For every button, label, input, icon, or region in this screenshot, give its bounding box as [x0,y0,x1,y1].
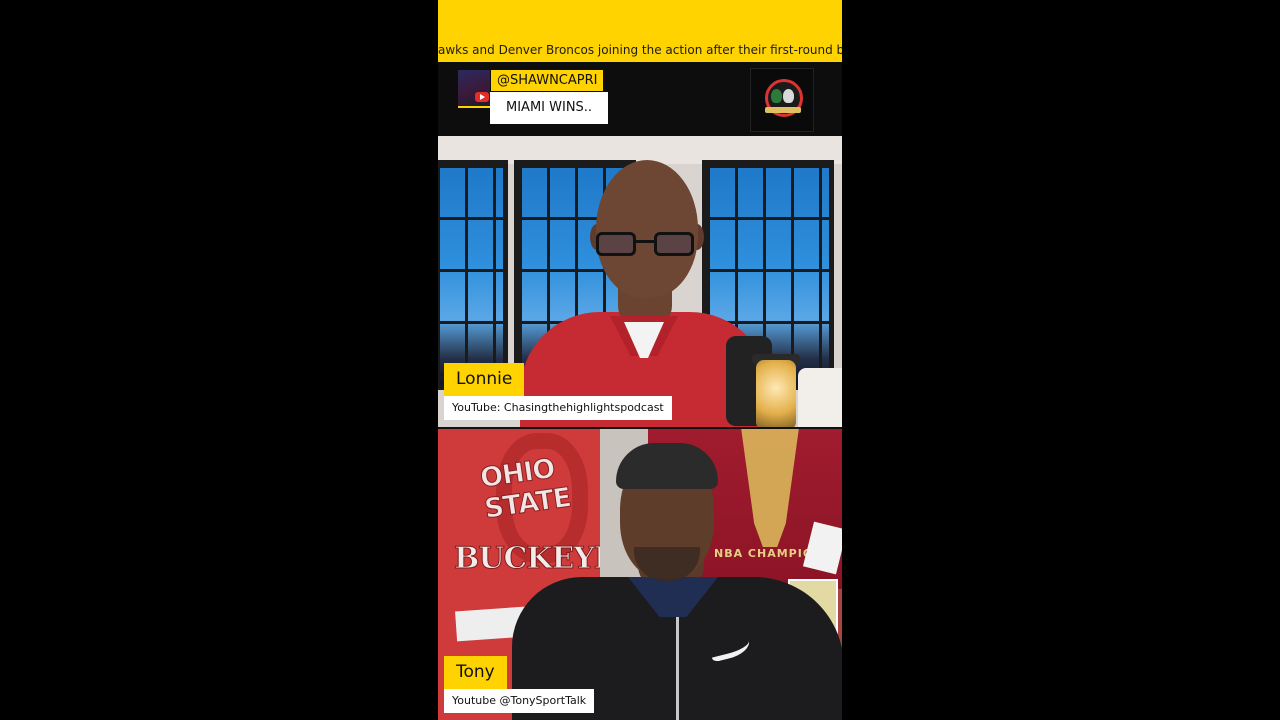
commenter-username: @SHAWNCAPRI [491,70,604,91]
comment-message: MIAMI WINS.. [490,92,609,124]
video-panel-host-2: OHIO STATE BUCKEYES NBA CHAMPION Tony Yo… [438,429,842,720]
stream-stage: awks and Denver Broncos joining the acti… [438,0,842,720]
host-name-tag: Tony [444,656,507,689]
logo-banner [765,107,801,113]
host-handle-tag: Youtube @TonySportTalk [444,689,595,713]
window [438,160,508,390]
video-panel-host-1: Lonnie YouTube: Chasingthehighlightspodc… [438,136,842,427]
youtube-icon [475,92,489,102]
host-handle-tag: YouTube: Chasingthehighlightspodcast [444,396,672,420]
host-name-tag: Lonnie [444,363,525,396]
commenter-avatar [458,70,490,108]
host-1-head [596,160,698,298]
microphone-light [756,360,796,427]
news-ticker: awks and Denver Broncos joining the acti… [438,0,842,62]
glasses-icon [596,232,696,256]
ticker-text: awks and Denver Broncos joining the acti… [438,43,842,57]
sofa [798,368,842,427]
podcast-logo-icon [750,68,814,132]
featured-comment: @SHAWNCAPRI MIAMI WINS.. [438,62,842,136]
